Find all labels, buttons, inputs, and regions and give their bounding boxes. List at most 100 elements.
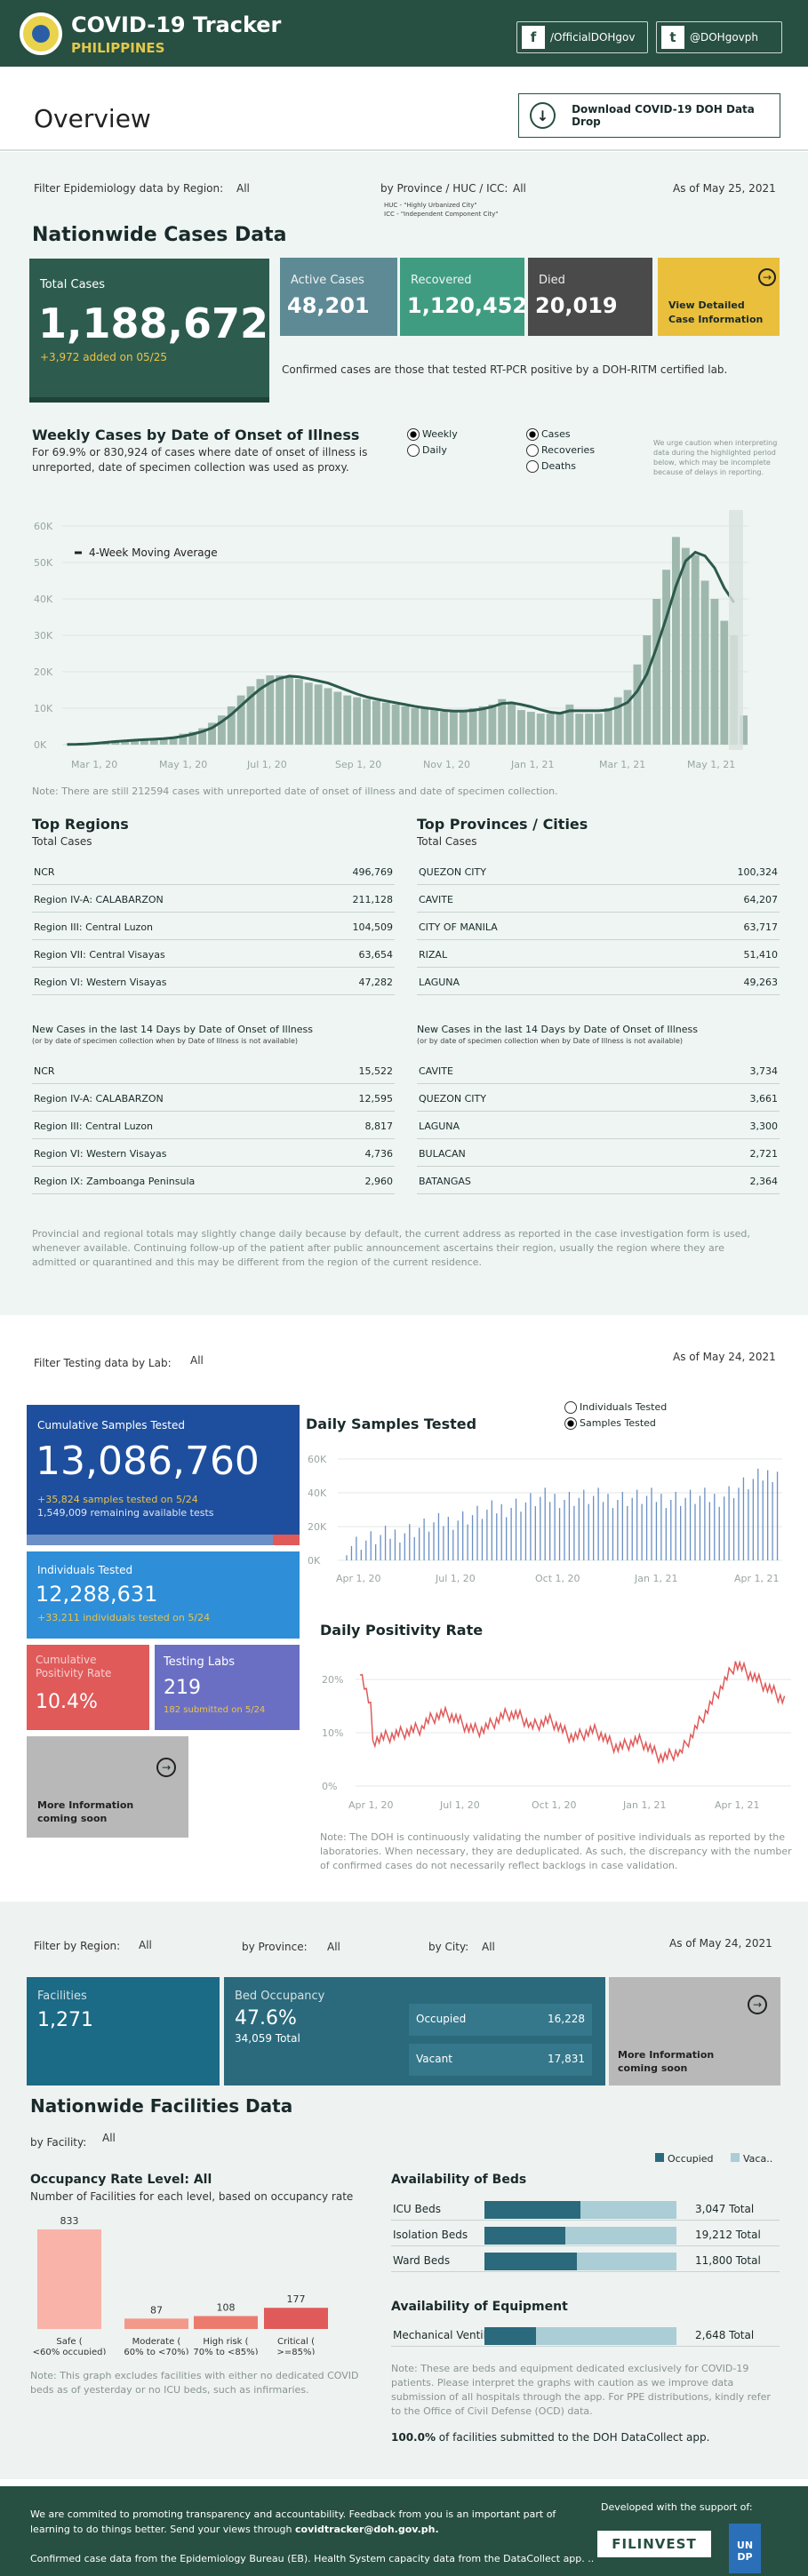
category-label: 60% to <70%) [124, 2348, 188, 2355]
facilities-more-info-button[interactable]: → More Information coming soon [609, 1977, 780, 2086]
facebook-handle: /OfficialDOHgov [550, 31, 636, 44]
bar [411, 708, 420, 745]
app-subtitle: PHILIPPINES [71, 40, 165, 56]
deaths-radio[interactable]: Deaths [526, 460, 576, 473]
positivity-value: 10.4% [36, 1691, 98, 1713]
twitter-handle: @DOHgovph [690, 31, 758, 44]
download-data-drop-button[interactable]: ↓ Download COVID-19 DOH Data Drop [518, 93, 780, 138]
more-info-label: More Information coming soon [618, 2049, 715, 2074]
y-tick-label: 0% [322, 1781, 337, 1792]
testing-as-of: As of May 24, 2021 [673, 1351, 776, 1363]
province-name: BULACAN [419, 1148, 466, 1160]
bar [343, 695, 352, 745]
table-row: CAVITE 3,734 [417, 1059, 780, 1084]
new14-regions-sub: (or by date of specimen collection when … [32, 1037, 298, 1045]
top-provinces-title: Top Provinces / Cities [417, 816, 588, 833]
province-filter-label: by Province / HUC / ICC: [380, 182, 508, 195]
province-count: 51,410 [743, 949, 779, 961]
new14-prov-title: New Cases in the last 14 Days by Date of… [417, 1024, 698, 1035]
undp-logo: UN DP [729, 2524, 761, 2573]
bed-total: 11,800 Total [695, 2254, 761, 2267]
recoveries-radio[interactable]: Recoveries [526, 444, 595, 457]
fac-province-label: by Province: [242, 1941, 308, 1953]
individuals-value: 12,288,631 [36, 1582, 158, 1607]
region-count: 63,654 [358, 949, 394, 961]
support-label: Developed with the support of: [601, 2501, 753, 2513]
recovered-value: 1,120,452 [407, 293, 528, 318]
legend-occupied-label: Occupied [668, 2153, 714, 2165]
region-count: 8,817 [364, 1121, 394, 1132]
x-tick-label: Apr 1, 20 [336, 1573, 381, 1584]
caution-note: We urge caution when interpreting data d… [653, 439, 778, 476]
weekly-radio[interactable]: Weekly [407, 428, 458, 441]
vacant-box: Vacant 17,831 [409, 2044, 592, 2076]
active-cases-label: Active Cases [291, 274, 364, 287]
huc-note: HUC - "Highly Urbanized City" [384, 202, 477, 209]
beds-title: Availability of Beds [391, 2173, 527, 2187]
bar [363, 698, 371, 745]
x-tick-label: Nov 1, 20 [423, 759, 470, 770]
facebook-link[interactable]: f/OfficialDOHgov [516, 21, 648, 53]
y-tick-label: 40K [308, 1487, 327, 1499]
table-row: NCR 15,522 [32, 1059, 395, 1084]
bar [575, 714, 584, 745]
table-row: Region IX: Zamboanga Peninsula 2,960 [32, 1169, 395, 1194]
page-title: Overview [34, 104, 151, 133]
bed-total: 2,648 Total [695, 2329, 755, 2341]
bar-value-label: 87 [150, 2304, 163, 2316]
view-detailed-case-button[interactable]: → View Detailed Case Information [658, 258, 780, 336]
positivity-chart: 0% 10% 20% Apr 1, 20 Jul 1, 20 Oct 1, 20 Jan 1… [322, 1660, 791, 1811]
cumulative-samples-card: Cumulative Samples Tested 13,086,760 +35… [27, 1405, 300, 1545]
y-tick-label: 50K [34, 557, 53, 569]
arrow-right-icon: → [156, 1758, 176, 1777]
feedback-email-link[interactable]: covidtracker@doh.gov.ph. [295, 2524, 439, 2535]
province-count: 49,263 [743, 977, 779, 988]
province-filter-select[interactable]: All [513, 182, 526, 195]
table-row: RIZAL 51,410 [417, 943, 780, 968]
samples-radio[interactable]: Samples Tested [564, 1417, 656, 1430]
individuals-tested-card: Individuals Tested 12,288,631 +33,211 in… [27, 1551, 300, 1639]
testing-labs-card: Testing Labs 219 182 submitted on 5/24 [155, 1645, 300, 1730]
fac-region-select[interactable]: All [139, 1939, 152, 1951]
bar [324, 688, 332, 745]
labs-sub: 182 submitted on 5/24 [164, 1705, 266, 1715]
individuals-radio[interactable]: Individuals Tested [564, 1401, 667, 1414]
region-filter-select[interactable]: All [236, 182, 250, 195]
region-count: 12,595 [358, 1093, 394, 1105]
region-count: 15,522 [358, 1065, 394, 1077]
radio-selected-icon [526, 428, 539, 441]
twitter-link[interactable]: t @DOHgovph [656, 21, 782, 53]
cases-radio[interactable]: Cases [526, 428, 571, 441]
bar [556, 714, 564, 745]
occupancy-title-label: Occupancy Rate Level: [30, 2173, 189, 2187]
submitted-text: of facilities submitted to the DOH DataC… [435, 2431, 710, 2444]
x-tick-label: Jan 1, 21 [622, 1799, 666, 1811]
radio-selected-icon [564, 1417, 577, 1430]
category-label: Critical ( [277, 2337, 315, 2347]
category-label: >=85%) [277, 2348, 316, 2355]
fac-city-select[interactable]: All [482, 1941, 495, 1953]
highlight-period [729, 510, 743, 750]
daily-samples-title: Daily Samples Tested [306, 1416, 477, 1432]
region-count: 4,736 [364, 1148, 394, 1160]
fac-province-select[interactable]: All [327, 1941, 340, 1953]
y-tick-label: 60K [34, 521, 53, 532]
bed-occupancy-label: Bed Occupancy [235, 1990, 325, 2003]
x-tick-label: Sep 1, 20 [335, 759, 381, 770]
bar [498, 698, 507, 745]
by-facility-select[interactable]: All [102, 2132, 116, 2144]
testing-more-info-button[interactable]: → More Information coming soon [27, 1736, 188, 1838]
new14-regions-title: New Cases in the last 14 Days by Date of… [32, 1024, 313, 1035]
lab-filter-select[interactable]: All [190, 1354, 204, 1367]
province-count: 64,207 [743, 894, 779, 905]
x-tick-label: Apr 1, 20 [348, 1799, 394, 1811]
vacant-value: 17,831 [548, 2053, 585, 2065]
bar [420, 708, 429, 745]
cumulative-remaining: 1,549,009 remaining available tests [37, 1507, 214, 1519]
daily-radio[interactable]: Daily [407, 444, 447, 457]
divider [0, 149, 808, 151]
weekly-cases-chart: 0K 10K 20K 30K 40K 50K 60K 4-Week Moving Avera… [34, 510, 748, 770]
bar [381, 702, 390, 745]
bed-total: 3,047 Total [695, 2203, 755, 2215]
table-row: NCR 496,769 [32, 860, 395, 885]
